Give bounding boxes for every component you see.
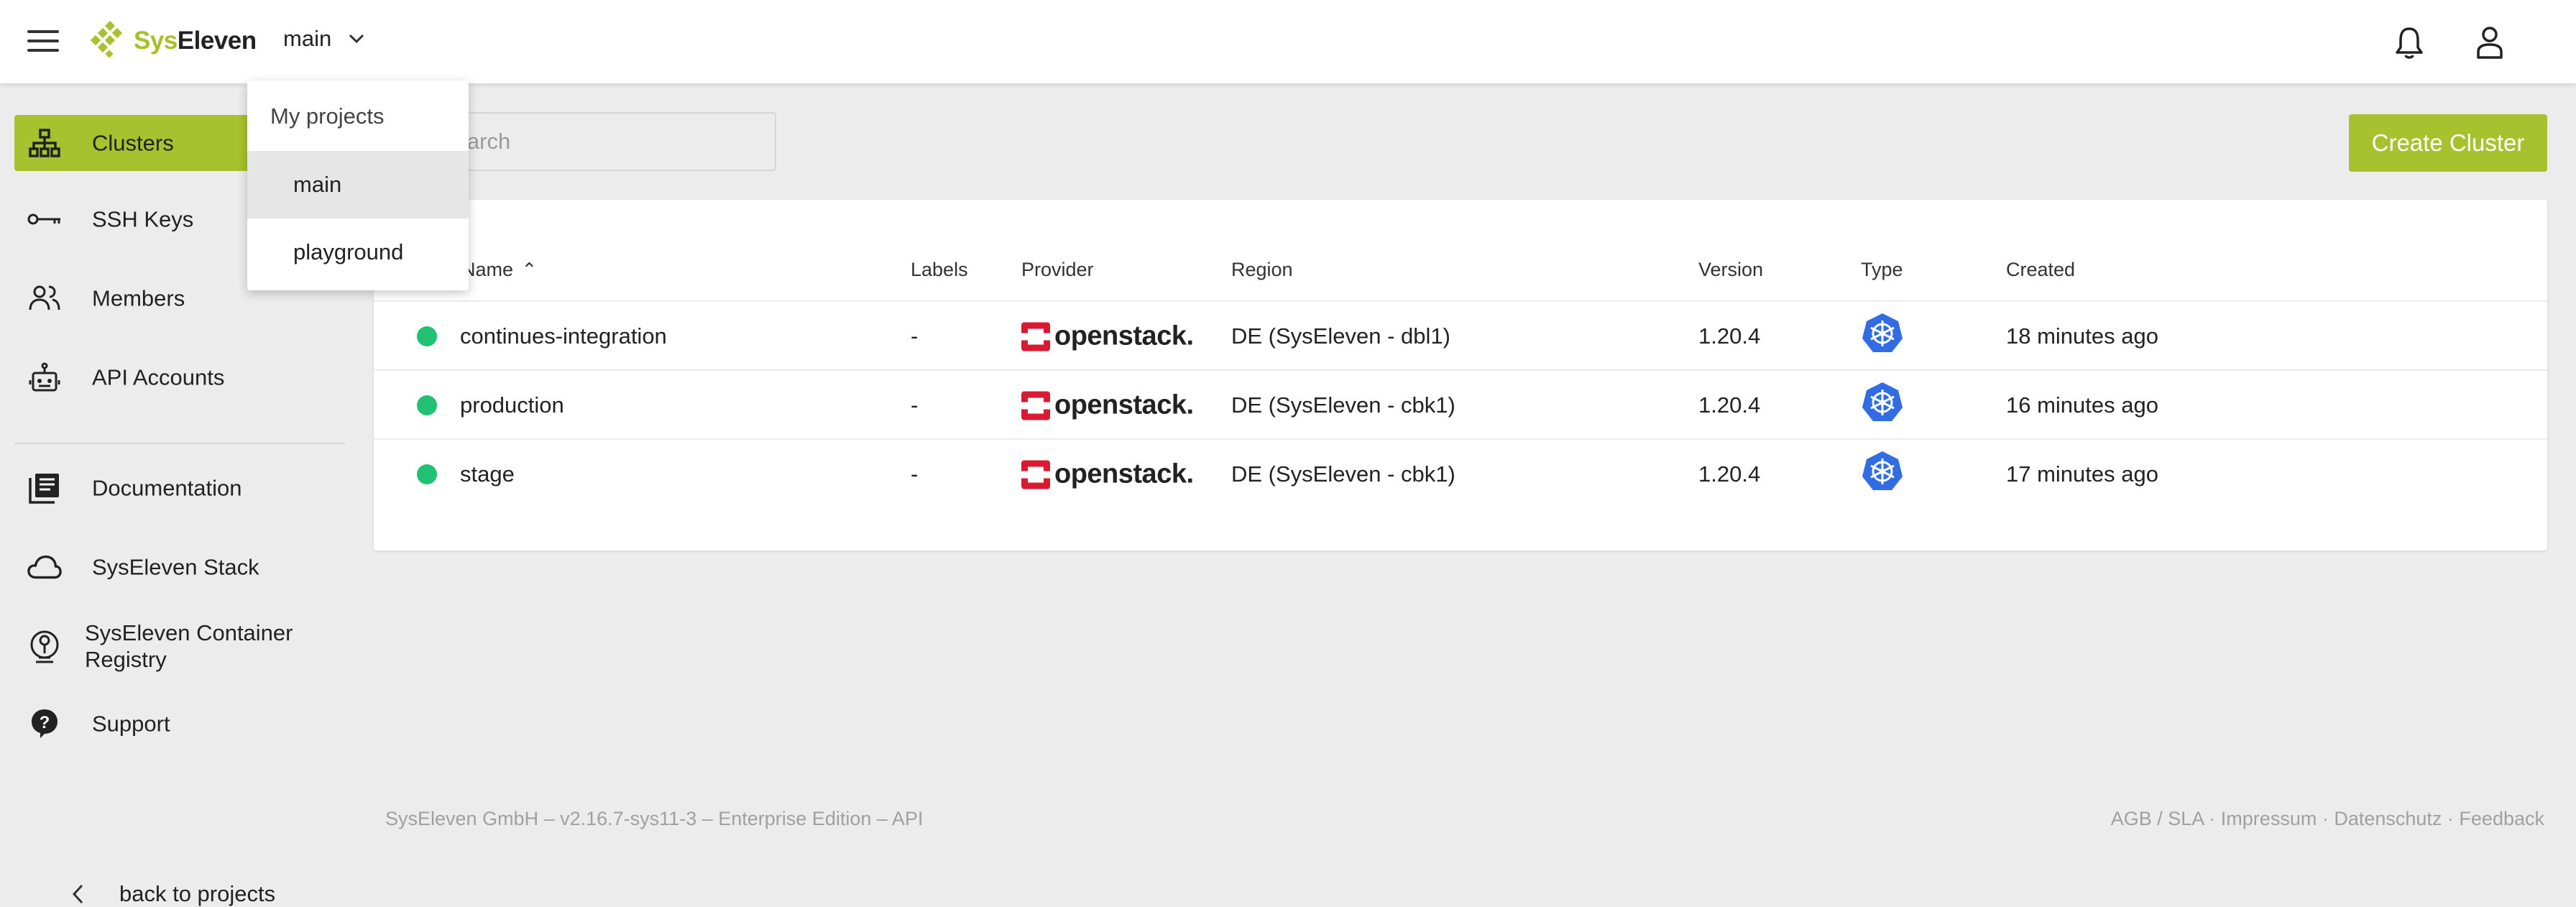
column-header-name-label: Name bbox=[461, 259, 514, 280]
cluster-created: 18 minutes ago bbox=[2006, 323, 2158, 349]
footer-left: SysEleven GmbH – v2.16.7-sys11-3 – Enter… bbox=[385, 808, 924, 829]
help-icon: ? bbox=[27, 706, 62, 741]
table-row[interactable]: stage - openstack. DE (SysEleven - cbk1)… bbox=[374, 438, 2547, 509]
project-selector[interactable]: main bbox=[283, 26, 364, 52]
sidebar-item-syseleven-stack[interactable]: SysEleven Stack bbox=[14, 539, 345, 595]
menu-icon[interactable] bbox=[27, 30, 59, 55]
status-dot-icon bbox=[417, 326, 437, 346]
sidebar-item-support[interactable]: ? Support bbox=[14, 696, 345, 752]
sidebar-item-label: SysEleven Stack bbox=[92, 554, 259, 580]
provider-name: openstack. bbox=[1054, 459, 1194, 489]
sidebar-item-label: API Accounts bbox=[92, 364, 225, 390]
table-row[interactable]: production - openstack. DE (SysEleven - … bbox=[374, 369, 2547, 440]
footer-edition: Enterprise Edition bbox=[718, 808, 872, 829]
kubernetes-icon bbox=[1861, 450, 1904, 499]
cluster-labels: - bbox=[911, 323, 919, 349]
column-header-region: Region bbox=[1231, 259, 1293, 280]
footer-feedback-link[interactable]: Feedback bbox=[2459, 808, 2544, 829]
footer-impressum-link[interactable]: Impressum bbox=[2221, 808, 2317, 829]
table-row[interactable]: continues-integration - openstack. DE (S… bbox=[374, 300, 2547, 371]
column-header-name[interactable]: Name ⌃ bbox=[461, 259, 537, 281]
logo-text-sys: Sys bbox=[134, 27, 178, 55]
provider-name: openstack. bbox=[1054, 321, 1194, 351]
registry-icon bbox=[27, 629, 62, 663]
sidebar-item-label: SysEleven Container Registry bbox=[85, 620, 293, 672]
cluster-name: stage bbox=[460, 461, 515, 487]
book-icon bbox=[27, 471, 62, 505]
members-icon bbox=[27, 281, 62, 316]
cluster-name: continues-integration bbox=[460, 323, 667, 349]
footer-agb-link[interactable]: AGB / SLA bbox=[2111, 808, 2204, 829]
back-to-projects[interactable]: back to projects bbox=[72, 881, 275, 907]
cluster-labels: - bbox=[911, 461, 919, 487]
column-header-created: Created bbox=[2006, 259, 2076, 280]
openstack-icon bbox=[1021, 322, 1050, 351]
robot-icon bbox=[27, 360, 62, 395]
cluster-labels: - bbox=[911, 392, 919, 418]
chevron-left-icon bbox=[72, 884, 83, 904]
sidebar-item-documentation[interactable]: Documentation bbox=[14, 460, 345, 516]
cloud-icon bbox=[27, 550, 62, 584]
bell-icon[interactable] bbox=[2393, 24, 2425, 60]
sidebar-item-label: Documentation bbox=[92, 475, 242, 501]
top-header: SysEleven main bbox=[0, 0, 2576, 83]
project-option-main[interactable]: main bbox=[247, 151, 469, 218]
status-dot-icon bbox=[417, 464, 437, 484]
project-dropdown: My projects main playground bbox=[247, 80, 469, 290]
syseleven-logo[interactable]: SysEleven bbox=[91, 16, 257, 66]
cluster-region: DE (SysEleven - cbk1) bbox=[1231, 392, 1455, 418]
footer-version: v2.16.7-sys11-3 bbox=[560, 808, 697, 829]
sidebar-item-api-accounts[interactable]: API Accounts bbox=[14, 349, 345, 405]
project-selector-label: main bbox=[283, 26, 332, 51]
openstack-icon bbox=[1021, 460, 1050, 489]
footer-datenschutz-link[interactable]: Datenschutz bbox=[2334, 808, 2442, 829]
clusters-table: Name ⌃ Labels Provider Region Version Ty… bbox=[374, 200, 2547, 551]
cluster-name: production bbox=[460, 392, 564, 418]
cluster-version: 1.20.4 bbox=[1698, 323, 1761, 349]
footer-api-link[interactable]: API bbox=[892, 808, 924, 829]
key-icon bbox=[27, 202, 62, 236]
logo-text-eleven: Eleven bbox=[177, 27, 257, 55]
column-header-type: Type bbox=[1861, 259, 1903, 280]
openstack-logo: openstack. bbox=[1021, 321, 1194, 352]
sidebar-divider bbox=[14, 443, 345, 444]
kubernetes-icon bbox=[1861, 381, 1904, 430]
openstack-logo: openstack. bbox=[1021, 459, 1194, 490]
openstack-icon bbox=[1021, 391, 1050, 420]
sidebar-item-label: Members bbox=[92, 285, 185, 311]
dropdown-title: My projects bbox=[270, 103, 385, 129]
kubernetes-icon bbox=[1861, 312, 1904, 361]
sidebar-item-label: Support bbox=[92, 711, 170, 737]
cluster-region: DE (SysEleven - dbl1) bbox=[1231, 323, 1450, 349]
footer-company: SysEleven GmbH bbox=[385, 808, 539, 829]
column-header-version: Version bbox=[1698, 259, 1764, 280]
footer-right: AGB / SLA · Impressum · Datenschutz · Fe… bbox=[2110, 808, 2544, 829]
create-cluster-button[interactable]: Create Cluster bbox=[2349, 114, 2547, 172]
cluster-created: 17 minutes ago bbox=[2006, 461, 2158, 487]
provider-name: openstack. bbox=[1054, 390, 1194, 420]
cluster-version: 1.20.4 bbox=[1698, 392, 1761, 418]
cluster-created: 16 minutes ago bbox=[2006, 392, 2158, 418]
sort-arrow-up-icon: ⌃ bbox=[521, 259, 538, 280]
column-header-provider: Provider bbox=[1021, 259, 1094, 280]
chevron-down-icon bbox=[349, 34, 364, 44]
back-to-projects-label: back to projects bbox=[119, 881, 276, 906]
svg-text:?: ? bbox=[40, 713, 50, 732]
cluster-region: DE (SysEleven - cbk1) bbox=[1231, 461, 1455, 487]
sidebar-item-container-registry[interactable]: SysEleven Container Registry bbox=[14, 615, 345, 677]
status-dot-icon bbox=[417, 395, 437, 415]
sitemap-icon bbox=[27, 126, 62, 160]
sidebar-item-label: SSH Keys bbox=[92, 206, 194, 232]
sidebar-item-label: Clusters bbox=[92, 130, 174, 156]
project-option-playground[interactable]: playground bbox=[247, 218, 469, 286]
column-header-labels: Labels bbox=[911, 259, 968, 280]
openstack-logo: openstack. bbox=[1021, 390, 1194, 421]
user-icon[interactable] bbox=[2474, 24, 2506, 60]
logo-mark-icon bbox=[91, 21, 123, 58]
cluster-version: 1.20.4 bbox=[1698, 461, 1761, 487]
